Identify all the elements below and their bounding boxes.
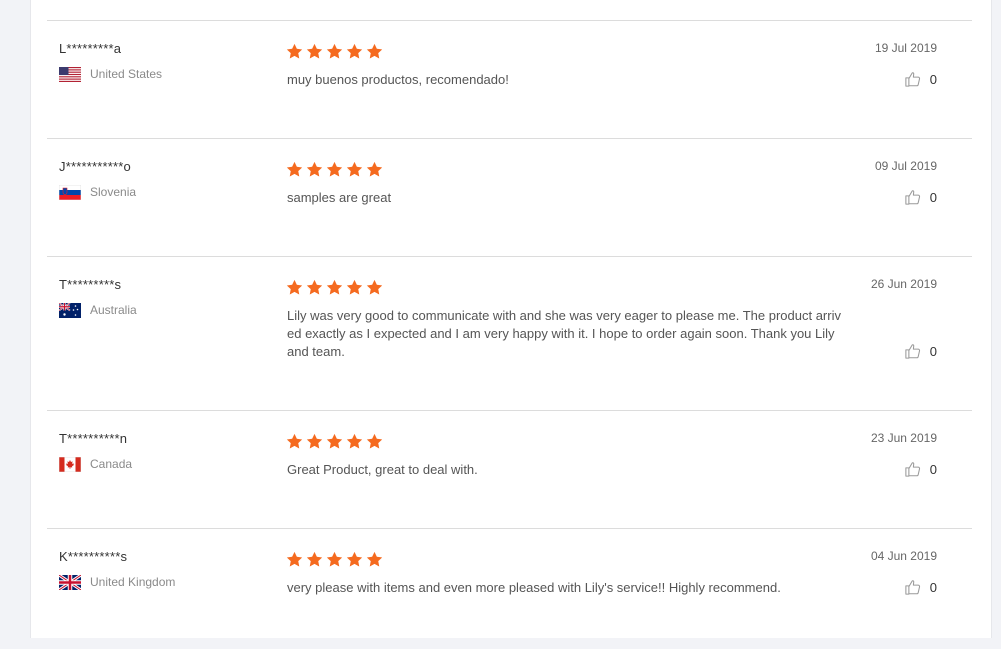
star-icon — [326, 433, 343, 450]
review-text: very please with items and even more ple… — [287, 580, 781, 595]
star-icon — [286, 433, 303, 450]
star-icon — [306, 43, 323, 60]
review-text: muy buenos productos, recomendado! — [287, 72, 509, 87]
country-name: Canada — [90, 457, 133, 471]
reviewer-name: J***********o — [59, 159, 131, 174]
review-date: 26 Jun 2019 — [870, 277, 937, 291]
helpful-count: 0 — [929, 579, 937, 595]
star-icon — [346, 279, 363, 296]
star-icon — [366, 43, 383, 60]
star-icon — [366, 551, 383, 568]
flag-au-icon — [58, 301, 81, 318]
review-date: 04 Jun 2019 — [870, 549, 937, 563]
thumbs-up-icon[interactable] — [904, 342, 922, 360]
review-date: 23 Jun 2019 — [870, 431, 937, 445]
star-icon — [346, 161, 363, 178]
helpful-button[interactable]: 0 — [904, 188, 937, 206]
star-rating — [286, 433, 386, 450]
star-icon — [306, 279, 323, 296]
review-item: T**********n Canada Great Product, great t… — [47, 410, 972, 529]
star-icon — [326, 279, 343, 296]
star-icon — [346, 433, 363, 450]
country-name: Australia — [90, 303, 137, 317]
review-item: T*********s Australia Lily was very good t… — [47, 256, 972, 411]
reviewer-country: Slovenia — [58, 184, 137, 200]
flag-si-icon — [58, 184, 82, 200]
star-icon — [306, 433, 323, 450]
star-icon — [306, 161, 323, 178]
reviewer-name: L*********a — [59, 41, 122, 56]
star-rating — [286, 43, 386, 60]
star-icon — [346, 551, 363, 568]
review-text: Great Product, great to deal with. — [287, 462, 478, 477]
review-text: Lily was very good to communicate with a… — [287, 308, 841, 359]
reviewer-country: Australia — [58, 301, 137, 318]
review-item: K**********s United Kingdom very please wi… — [47, 528, 972, 649]
helpful-count: 0 — [929, 71, 937, 87]
reviewer-country: United States — [59, 66, 162, 82]
reviewer-country: Canada — [58, 456, 133, 472]
reviewer-name: K**********s — [59, 549, 128, 564]
helpful-count: 0 — [929, 461, 937, 477]
reviews-panel: L*********a United States muy buenos produ… — [30, 0, 992, 638]
review-date: 09 Jul 2019 — [874, 159, 937, 173]
star-icon — [306, 551, 323, 568]
star-icon — [286, 279, 303, 296]
helpful-button[interactable]: 0 — [904, 70, 937, 88]
thumbs-up-icon[interactable] — [904, 460, 922, 478]
star-icon — [286, 551, 303, 568]
star-icon — [326, 161, 343, 178]
star-icon — [326, 43, 343, 60]
thumbs-up-icon[interactable] — [904, 188, 922, 206]
helpful-button[interactable]: 0 — [904, 578, 937, 596]
star-icon — [366, 161, 383, 178]
star-icon — [346, 43, 363, 60]
review-item: L*********a United States muy buenos produ… — [47, 20, 972, 139]
thumbs-up-icon[interactable] — [904, 578, 922, 596]
star-rating — [286, 279, 386, 296]
star-icon — [286, 43, 303, 60]
country-name: Slovenia — [90, 185, 137, 199]
star-icon — [366, 279, 383, 296]
star-icon — [366, 433, 383, 450]
star-rating — [286, 551, 386, 568]
reviewer-name: T**********n — [59, 431, 128, 446]
helpful-button[interactable]: 0 — [904, 460, 937, 478]
country-name: United States — [90, 67, 163, 81]
review-date: 19 Jul 2019 — [874, 41, 937, 55]
review-text: samples are great — [287, 190, 392, 205]
helpful-count: 0 — [929, 189, 937, 205]
review-item: J***********o Slovenia samples are great 09… — [47, 138, 972, 257]
thumbs-up-icon[interactable] — [904, 70, 922, 88]
helpful-button[interactable]: 0 — [904, 342, 937, 360]
flag-us-icon — [59, 66, 81, 82]
star-icon — [326, 551, 343, 568]
helpful-count: 0 — [929, 343, 937, 359]
reviewer-country: United Kingdom — [58, 573, 176, 591]
star-icon — [286, 161, 303, 178]
star-rating — [286, 161, 386, 178]
country-name: United Kingdom — [90, 575, 176, 589]
flag-ca-icon — [58, 456, 82, 472]
reviewer-name: T*********s — [59, 277, 122, 292]
flag-gb-icon — [58, 573, 82, 591]
